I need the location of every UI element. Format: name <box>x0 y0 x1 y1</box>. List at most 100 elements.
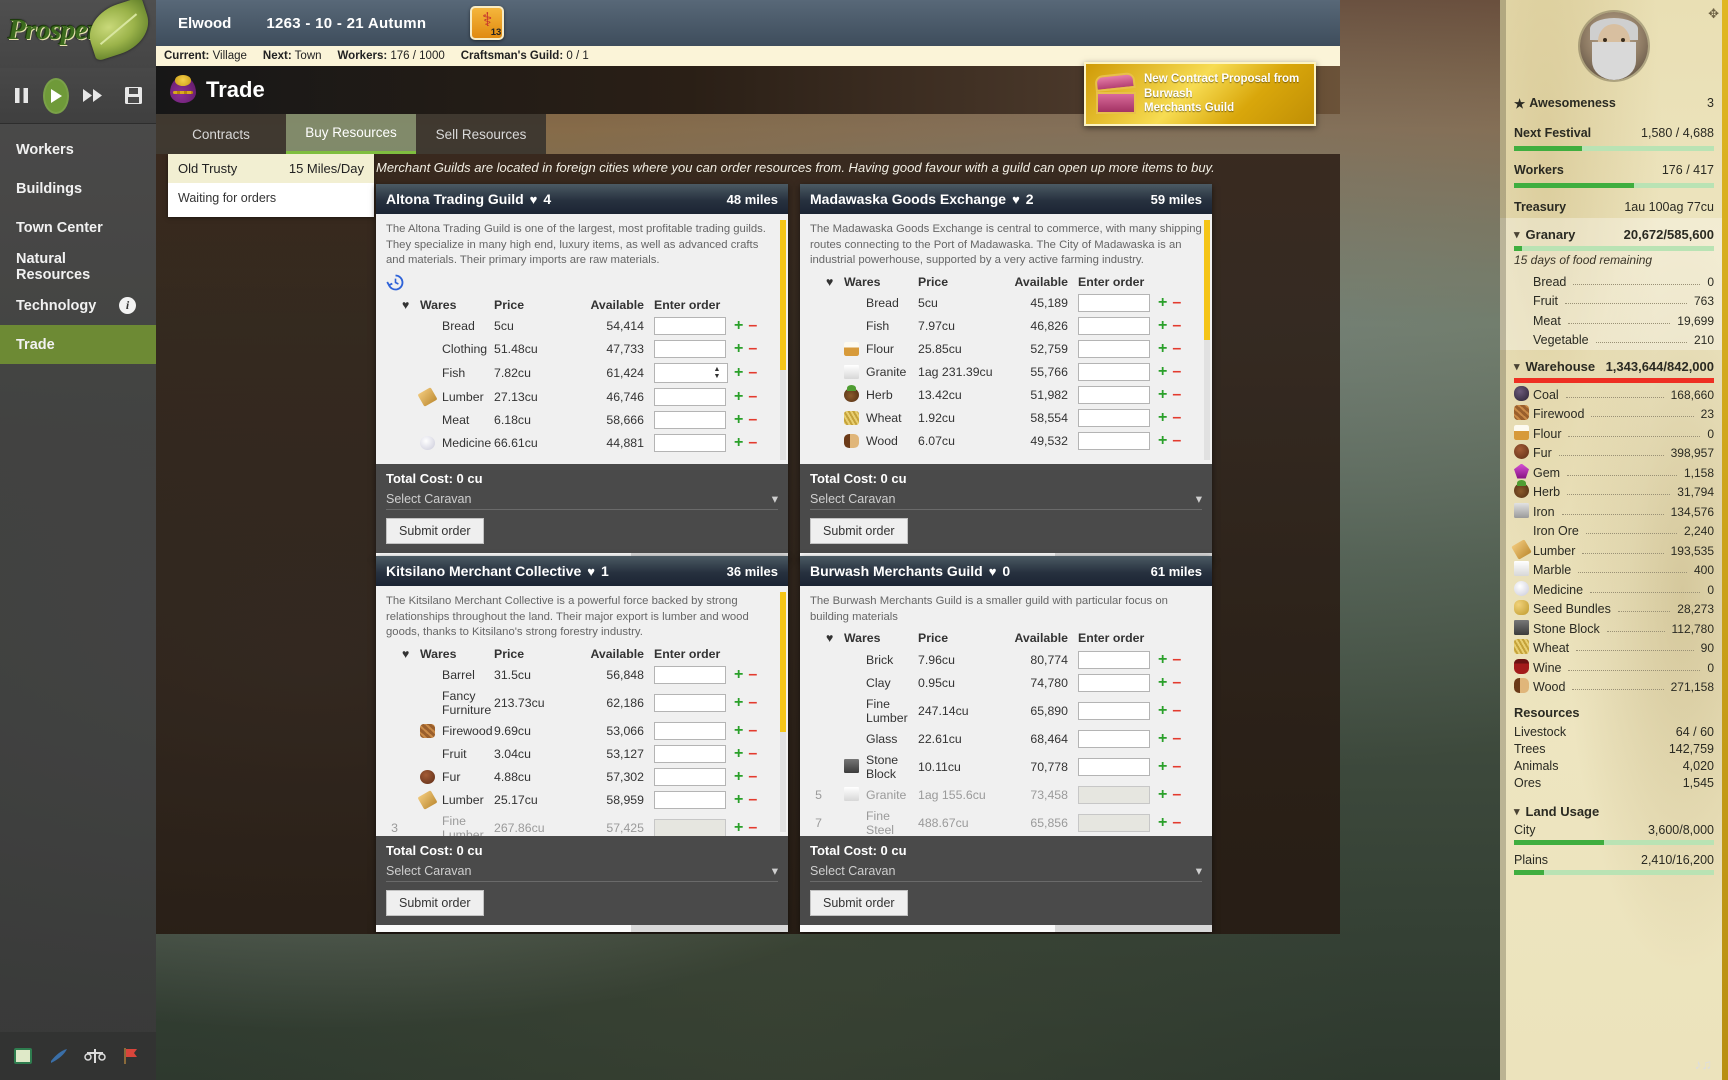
increase-button[interactable]: + <box>734 745 748 762</box>
decrease-button[interactable]: – <box>1172 674 1181 691</box>
decrease-button[interactable]: – <box>1172 294 1181 311</box>
decrease-button[interactable]: – <box>748 434 757 451</box>
flag-icon[interactable] <box>120 1045 142 1067</box>
vertical-scrollbar[interactable] <box>780 592 786 832</box>
decrease-button[interactable]: – <box>1172 730 1181 747</box>
caravan-select[interactable]: Select Caravan ▾ <box>386 491 778 510</box>
increase-button[interactable]: + <box>1158 758 1172 775</box>
submit-order-button[interactable]: Submit order <box>386 890 484 916</box>
order-input[interactable] <box>654 768 726 786</box>
pause-icon[interactable] <box>14 87 29 104</box>
submit-order-button[interactable]: Submit order <box>810 890 908 916</box>
chevron-down-icon[interactable]: ▾ <box>1196 491 1202 506</box>
horizontal-scrollbar[interactable] <box>376 925 788 932</box>
decrease-button[interactable]: – <box>1172 432 1181 449</box>
land-usage-header[interactable]: ▾ Land Usage <box>1500 801 1728 821</box>
order-input[interactable] <box>654 666 726 684</box>
order-input[interactable] <box>1078 340 1150 358</box>
increase-button[interactable]: + <box>1158 340 1172 357</box>
decrease-button[interactable]: – <box>748 745 757 762</box>
decrease-button[interactable]: – <box>748 768 757 785</box>
vertical-scrollbar[interactable] <box>1204 220 1210 460</box>
decrease-button[interactable]: – <box>1172 317 1181 334</box>
order-input[interactable] <box>1078 294 1150 312</box>
increase-button[interactable]: + <box>734 819 748 836</box>
fast-forward-icon[interactable] <box>83 88 103 103</box>
tab-contracts[interactable]: Contracts <box>156 114 286 154</box>
granary-header[interactable]: ▾ Granary 20,672/585,600 <box>1500 224 1728 244</box>
chevron-down-icon[interactable]: ▾ <box>1514 360 1520 373</box>
increase-button[interactable]: + <box>734 694 748 711</box>
decrease-button[interactable]: – <box>748 694 757 711</box>
order-input[interactable] <box>654 340 726 358</box>
info-icon[interactable]: i <box>119 297 136 314</box>
play-button[interactable] <box>43 78 69 114</box>
contract-notification-toast[interactable]: New Contract Proposal from Burwash Merch… <box>1084 62 1316 126</box>
increase-button[interactable]: + <box>1158 432 1172 449</box>
decrease-button[interactable]: – <box>748 364 757 381</box>
increase-button[interactable]: + <box>734 768 748 785</box>
increase-button[interactable]: + <box>734 340 748 357</box>
increase-button[interactable]: + <box>734 791 748 808</box>
increase-button[interactable]: + <box>734 411 748 428</box>
decrease-button[interactable]: – <box>1172 702 1181 719</box>
decrease-button[interactable]: – <box>1172 814 1181 831</box>
horizontal-scrollbar[interactable] <box>800 925 1212 932</box>
increase-button[interactable]: + <box>1158 674 1172 691</box>
decrease-button[interactable]: – <box>748 340 757 357</box>
chevron-down-icon[interactable]: ▾ <box>772 863 778 878</box>
guild-scroll-area[interactable]: The Altona Trading Guild is one of the l… <box>376 214 788 464</box>
order-input[interactable] <box>1078 674 1150 692</box>
guild-scroll-area[interactable]: The Burwash Merchants Guild is a smaller… <box>800 586 1212 836</box>
guild-scroll-area[interactable]: The Kitsilano Merchant Collective is a p… <box>376 586 788 836</box>
decrease-button[interactable]: – <box>748 388 757 405</box>
scales-icon[interactable] <box>84 1045 106 1067</box>
decrease-button[interactable]: – <box>1172 386 1181 403</box>
sidebar-item-workers[interactable]: Workers <box>0 130 156 169</box>
order-input[interactable] <box>1078 317 1150 335</box>
decrease-button[interactable]: – <box>1172 363 1181 380</box>
order-input[interactable] <box>654 791 726 809</box>
book-icon[interactable] <box>12 1045 34 1067</box>
increase-button[interactable]: + <box>1158 730 1172 747</box>
chevron-down-icon[interactable]: ▾ <box>1514 228 1520 241</box>
sidebar-item-natural-resources[interactable]: Natural Resources <box>0 247 156 286</box>
decrease-button[interactable]: – <box>748 819 757 836</box>
order-input[interactable] <box>1078 702 1150 720</box>
order-input[interactable] <box>654 388 726 406</box>
order-input[interactable] <box>654 745 726 763</box>
order-input[interactable] <box>654 411 726 429</box>
caravan-card[interactable]: Old Trusty 15 Miles/Day Waiting for orde… <box>168 154 374 217</box>
order-input[interactable] <box>654 722 726 740</box>
increase-button[interactable]: + <box>734 722 748 739</box>
tab-sell-resources[interactable]: Sell Resources <box>416 114 546 154</box>
order-input[interactable] <box>1078 730 1150 748</box>
vertical-scrollbar[interactable] <box>780 220 786 460</box>
increase-button[interactable]: + <box>1158 409 1172 426</box>
scroll-icon[interactable] <box>48 1045 70 1067</box>
order-input[interactable] <box>655 364 709 382</box>
order-input[interactable] <box>1078 363 1150 381</box>
increase-button[interactable]: + <box>1158 363 1172 380</box>
guild-scroll-area[interactable]: The Madawaska Goods Exchange is central … <box>800 214 1212 464</box>
sidebar-item-technology[interactable]: Technology i <box>0 286 156 325</box>
order-input[interactable] <box>654 694 726 712</box>
order-input[interactable] <box>1078 409 1150 427</box>
decrease-button[interactable]: – <box>748 666 757 683</box>
increase-button[interactable]: + <box>734 317 748 334</box>
save-icon[interactable] <box>125 87 142 104</box>
chevron-down-icon[interactable]: ▾ <box>1514 805 1520 818</box>
warehouse-header[interactable]: ▾ Warehouse 1,343,644/842,000 <box>1500 356 1728 376</box>
history-icon[interactable] <box>386 273 405 292</box>
order-input[interactable] <box>654 317 726 335</box>
decrease-button[interactable]: – <box>1172 340 1181 357</box>
decrease-button[interactable]: – <box>1172 651 1181 668</box>
increase-button[interactable]: + <box>1158 386 1172 403</box>
caravan-select[interactable]: Select Caravan ▾ <box>810 491 1202 510</box>
decrease-button[interactable]: – <box>748 317 757 334</box>
tab-buy-resources[interactable]: Buy Resources <box>286 114 416 154</box>
decrease-button[interactable]: – <box>748 411 757 428</box>
increase-button[interactable]: + <box>734 364 748 381</box>
submit-order-button[interactable]: Submit order <box>386 518 484 544</box>
submit-order-button[interactable]: Submit order <box>810 518 908 544</box>
